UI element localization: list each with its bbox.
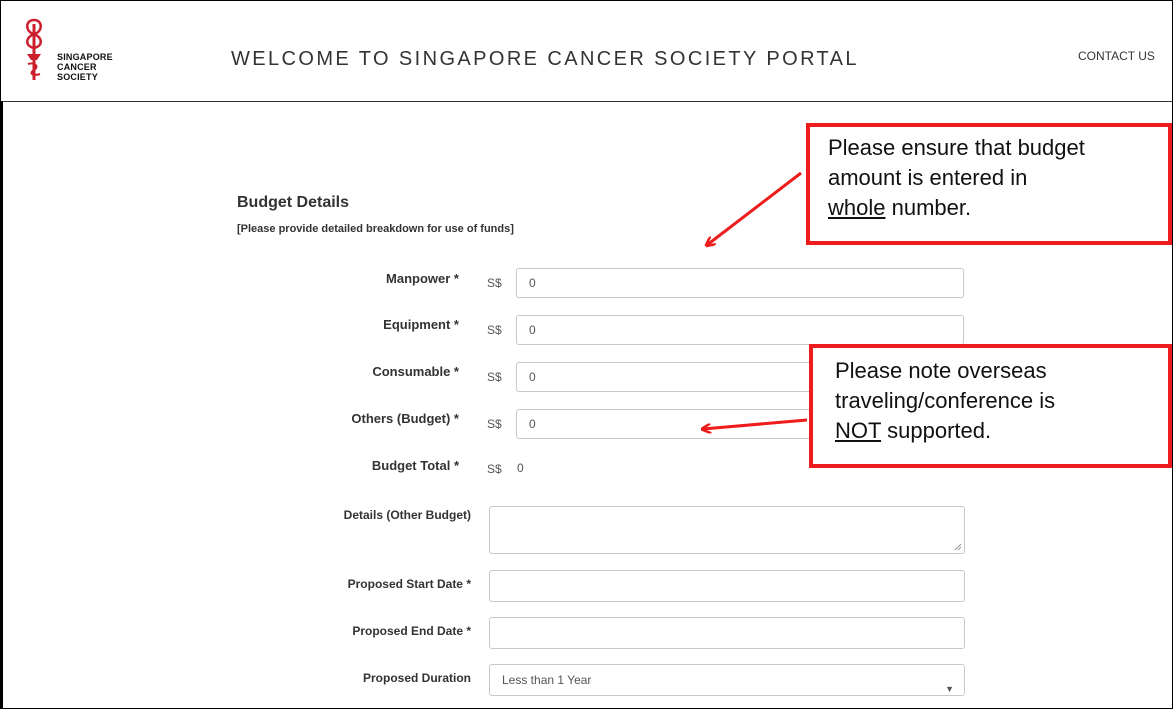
others-budget-currency: S$ bbox=[487, 417, 502, 431]
callout-budget-line-1: Please ensure that budget bbox=[828, 135, 1085, 160]
equipment-currency: S$ bbox=[487, 323, 502, 337]
equipment-input[interactable]: 0 bbox=[516, 315, 964, 345]
callout-budget-line-3-rest: number. bbox=[885, 195, 972, 220]
site-header: SINGAPORE CANCER SOCIETY WELCOME TO SING… bbox=[1, 1, 1172, 102]
consumable-currency: S$ bbox=[487, 370, 502, 384]
section-title: Budget Details bbox=[237, 194, 350, 211]
budget-total-currency: S$ bbox=[487, 462, 502, 476]
resize-handle-icon[interactable] bbox=[954, 543, 962, 551]
consumable-label: Consumable * bbox=[372, 364, 459, 379]
proposed-end-date-label: Proposed End Date * bbox=[352, 624, 471, 638]
proposed-end-date-input[interactable] bbox=[489, 617, 965, 649]
logo-wordmark: SINGAPORE CANCER SOCIETY bbox=[57, 52, 113, 82]
callout-overseas-line-3: NOT supported. bbox=[835, 416, 1168, 446]
logo-line-2: CANCER bbox=[57, 62, 97, 72]
proposed-start-date-label: Proposed Start Date * bbox=[347, 577, 471, 591]
callout-overseas-line-1: Please note overseas bbox=[835, 358, 1047, 383]
budget-total-value: 0 bbox=[517, 461, 524, 475]
logo-line-3: SOCIETY bbox=[57, 72, 98, 82]
manpower-currency: S$ bbox=[487, 276, 502, 290]
contact-us-link[interactable]: CONTACT US bbox=[1078, 49, 1155, 63]
page-frame: SINGAPORE CANCER SOCIETY WELCOME TO SING… bbox=[0, 0, 1173, 709]
callout-overseas-line-3-rest: supported. bbox=[881, 418, 992, 443]
callout-overseas-emphasis: NOT bbox=[835, 418, 882, 443]
proposed-duration-select[interactable]: Less than 1 Year ▼ bbox=[489, 664, 965, 696]
manpower-label: Manpower * bbox=[386, 271, 459, 286]
equipment-label: Equipment * bbox=[383, 317, 459, 332]
callout-budget-line-2: amount is entered in bbox=[828, 165, 1028, 190]
overseas-not-supported-callout: Please note overseas traveling/conferenc… bbox=[809, 344, 1172, 468]
society-logo[interactable]: SINGAPORE CANCER SOCIETY bbox=[23, 16, 143, 92]
others-budget-label: Others (Budget) * bbox=[351, 411, 459, 426]
callout-overseas-line-2: traveling/conference is bbox=[835, 388, 1056, 413]
details-other-budget-label: Details (Other Budget) bbox=[343, 508, 471, 522]
proposed-duration-value: Less than 1 Year bbox=[502, 673, 592, 687]
proposed-start-date-input[interactable] bbox=[489, 570, 965, 602]
callout-budget-line-3: whole number. bbox=[828, 193, 1168, 223]
caduceus-icon bbox=[26, 18, 42, 80]
details-other-budget-textarea[interactable] bbox=[489, 506, 965, 554]
dropdown-arrow-icon: ▼ bbox=[945, 684, 954, 694]
site-title: WELCOME TO SINGAPORE CANCER SOCIETY PORT… bbox=[231, 48, 859, 70]
section-subtitle: [Please provide detailed breakdown for u… bbox=[237, 223, 514, 235]
manpower-input[interactable]: 0 bbox=[516, 268, 964, 298]
left-border bbox=[1, 101, 3, 708]
callout-budget-emphasis: whole bbox=[828, 195, 886, 220]
proposed-duration-label: Proposed Duration bbox=[362, 671, 471, 685]
whole-number-callout: Please ensure that budget amount is ente… bbox=[806, 123, 1172, 245]
logo-line-1: SINGAPORE bbox=[57, 52, 113, 62]
budget-total-label: Budget Total * bbox=[371, 458, 459, 473]
arrow-to-budget-fields bbox=[707, 171, 802, 245]
